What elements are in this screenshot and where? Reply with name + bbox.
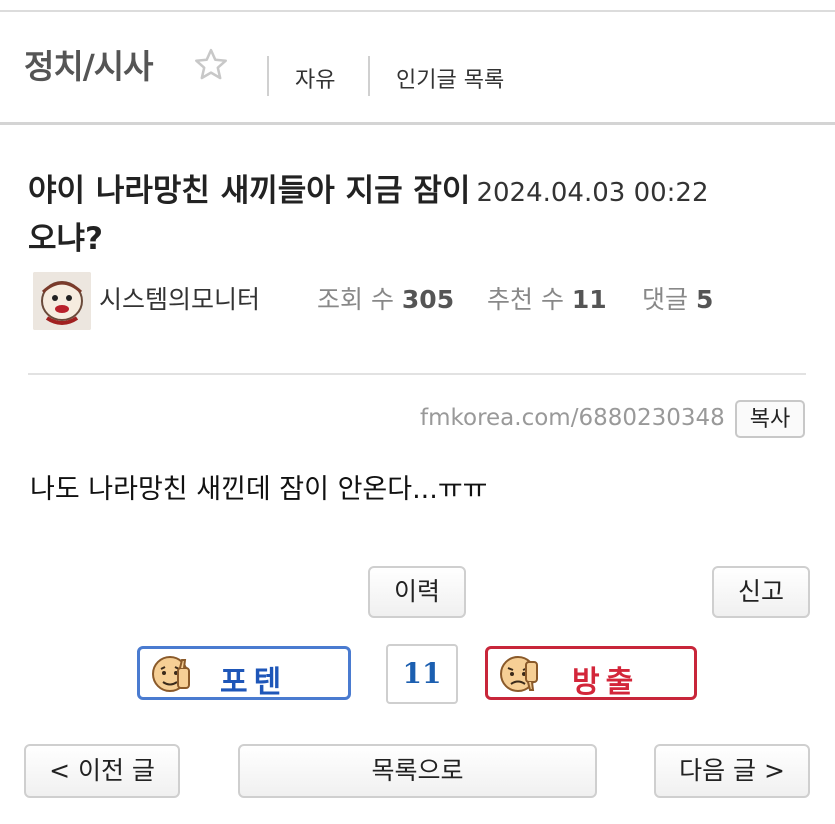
comment-count-value: 5 [695, 285, 714, 314]
next-post-button[interactable]: 다음 글 > [654, 744, 810, 798]
thumbs-up-face-icon [152, 656, 190, 692]
thumbs-down-face-icon [500, 656, 538, 692]
post-date: 2024.04.03 00:22 [476, 178, 709, 208]
comment-count[interactable]: 댓글 5 [642, 280, 713, 316]
report-button[interactable]: 신고 [712, 566, 810, 618]
post-title-line2: 오냐? [28, 221, 104, 257]
list-button[interactable]: 목록으로 [238, 744, 597, 798]
board-link-popular[interactable]: 인기글 목록 [396, 62, 504, 94]
board-title[interactable]: 정치/시사 [24, 40, 153, 88]
recommend-count-value: 11 [571, 285, 607, 314]
star-outline-icon[interactable] [192, 46, 230, 84]
post-title-line1: 야이 나라망친 새끼들아 지금 잠이 [28, 173, 471, 209]
recommend-count: 추천 수 11 [487, 280, 607, 316]
header-separator [267, 56, 269, 96]
view-count-value: 305 [401, 285, 455, 314]
history-button[interactable]: 이력 [368, 566, 466, 618]
post-body: 나도 나라망친 새낀데 잠이 안온다...ㅠㅠ [30, 474, 488, 505]
header-separator [368, 56, 370, 96]
header-divider [0, 122, 835, 125]
board-link-free[interactable]: 자유 [295, 62, 335, 94]
copy-url-button[interactable]: 복사 [735, 400, 805, 438]
avatar[interactable] [33, 272, 91, 330]
view-count-label: 조회 수 [317, 285, 394, 314]
view-count: 조회 수 305 [317, 280, 454, 316]
author-name[interactable]: 시스템의모니터 [99, 280, 260, 316]
recommend-count-label: 추천 수 [487, 285, 564, 314]
downvote-label: 방출 [572, 665, 640, 700]
post-title: 야이 나라망친 새끼들아 지금 잠이 2024.04.03 00:22 오냐? [28, 168, 818, 262]
comment-count-label: 댓글 [642, 285, 689, 314]
avatar-image [33, 272, 91, 330]
prev-post-button[interactable]: < 이전 글 [24, 744, 180, 798]
upvote-label: 포텐 [220, 665, 288, 700]
meta-divider [28, 373, 806, 375]
downvote-button[interactable]: 방출 [485, 646, 697, 700]
vote-count: 11 [386, 644, 458, 704]
post-url[interactable]: fmkorea.com/6880230348 [420, 405, 725, 431]
upvote-button[interactable]: 포텐 [137, 646, 351, 700]
